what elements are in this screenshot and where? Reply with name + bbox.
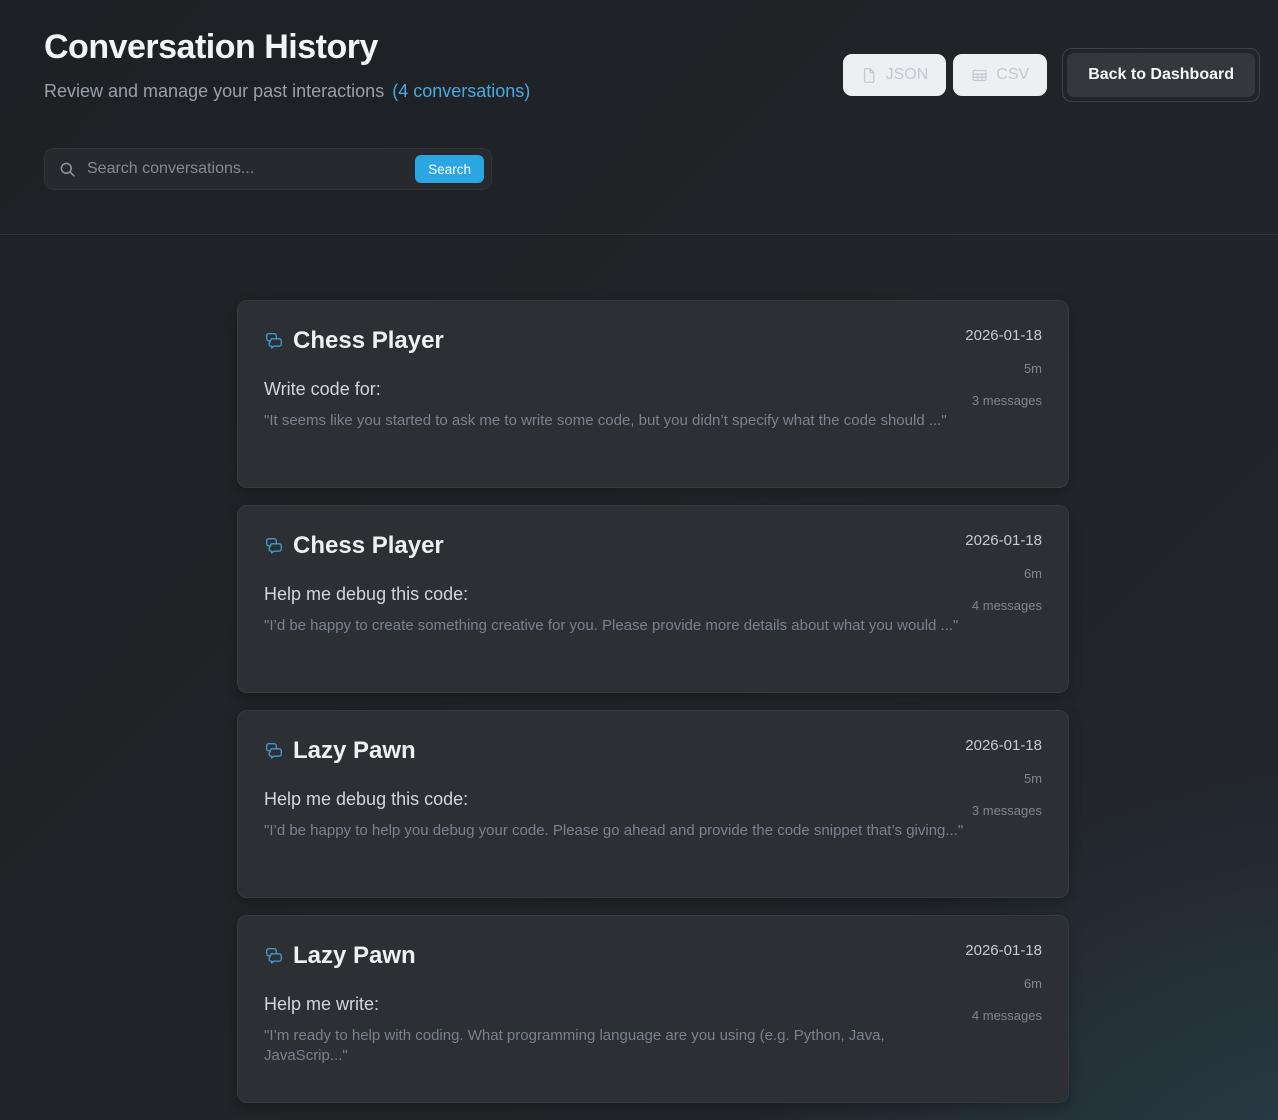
conversation-preview-quote: "I’d be happy to create something creati… — [264, 616, 965, 636]
export-json-button[interactable]: JSON — [843, 54, 947, 96]
conversation-title: Lazy Pawn — [293, 736, 416, 766]
conversation-duration: 5m — [1024, 771, 1042, 787]
chat-bubbles-icon — [264, 331, 284, 351]
card-content: Chess Player Help me debug this code: "I… — [264, 531, 965, 667]
chat-bubbles-icon — [264, 536, 284, 556]
conversation-card[interactable]: Chess Player Write code for: "It seems l… — [237, 300, 1069, 488]
conversation-card[interactable]: Chess Player Help me debug this code: "I… — [237, 505, 1069, 693]
header-actions: JSON CSV Back to Dashboard — [843, 48, 1260, 102]
conversation-preview-label: Help me write: — [264, 992, 965, 1016]
conversation-date: 2026-01-18 — [965, 737, 1042, 755]
conversation-date: 2026-01-18 — [965, 532, 1042, 550]
card-meta: 2026-01-18 5m 3 messages — [965, 326, 1042, 462]
conversation-message-count: 4 messages — [972, 1008, 1042, 1024]
conversation-preview-quote: "I’m ready to help with coding. What pro… — [264, 1026, 965, 1066]
export-json-label: JSON — [886, 66, 929, 84]
export-csv-label: CSV — [996, 66, 1029, 84]
conversation-message-count: 3 messages — [972, 803, 1042, 819]
conversation-preview-quote: "It seems like you started to ask me to … — [264, 411, 965, 431]
back-to-dashboard-button[interactable]: Back to Dashboard — [1067, 53, 1255, 97]
conversation-card[interactable]: Lazy Pawn Help me debug this code: "I’d … — [237, 710, 1069, 898]
export-csv-button[interactable]: CSV — [953, 54, 1047, 96]
conversation-list: Chess Player Write code for: "It seems l… — [237, 300, 1069, 1103]
conversation-preview-label: Help me debug this code: — [264, 787, 965, 811]
search-box: Search — [44, 148, 492, 190]
search-icon — [58, 160, 77, 179]
conversation-preview-label: Write code for: — [264, 377, 965, 401]
conversation-date: 2026-01-18 — [965, 942, 1042, 960]
conversation-duration: 6m — [1024, 566, 1042, 582]
card-header: Lazy Pawn — [264, 736, 965, 766]
card-content: Lazy Pawn Help me debug this code: "I’d … — [264, 736, 965, 872]
conversation-duration: 5m — [1024, 361, 1042, 377]
conversation-card[interactable]: Lazy Pawn Help me write: "I’m ready to h… — [237, 915, 1069, 1103]
conversation-duration: 6m — [1024, 976, 1042, 992]
chat-bubbles-icon — [264, 741, 284, 761]
page-subtitle: Review and manage your past interactions — [44, 81, 384, 102]
card-content: Chess Player Write code for: "It seems l… — [264, 326, 965, 462]
conversation-title: Chess Player — [293, 531, 444, 561]
card-header: Lazy Pawn — [264, 941, 965, 971]
table-icon — [971, 67, 988, 84]
chat-bubbles-icon — [264, 946, 284, 966]
back-to-dashboard-link[interactable]: Back to Dashboard — [1062, 48, 1260, 102]
conversation-preview-label: Help me debug this code: — [264, 582, 965, 606]
search-input[interactable] — [77, 160, 415, 178]
conversation-count-link[interactable]: (4 conversations) — [392, 81, 530, 102]
conversation-title: Chess Player — [293, 326, 444, 356]
search-button[interactable]: Search — [415, 155, 484, 183]
card-header: Chess Player — [264, 531, 965, 561]
conversation-message-count: 4 messages — [972, 598, 1042, 614]
card-meta: 2026-01-18 5m 3 messages — [965, 736, 1042, 872]
conversation-preview-quote: "I’d be happy to help you debug your cod… — [264, 821, 965, 841]
file-icon — [861, 67, 878, 84]
card-header: Chess Player — [264, 326, 965, 356]
search-row: Search — [44, 148, 1234, 190]
card-meta: 2026-01-18 6m 4 messages — [965, 531, 1042, 667]
card-content: Lazy Pawn Help me write: "I’m ready to h… — [264, 941, 965, 1077]
conversation-message-count: 3 messages — [972, 393, 1042, 409]
conversation-date: 2026-01-18 — [965, 327, 1042, 345]
card-meta: 2026-01-18 6m 4 messages — [965, 941, 1042, 1077]
page-header: Conversation History Review and manage y… — [0, 0, 1278, 235]
conversation-title: Lazy Pawn — [293, 941, 416, 971]
